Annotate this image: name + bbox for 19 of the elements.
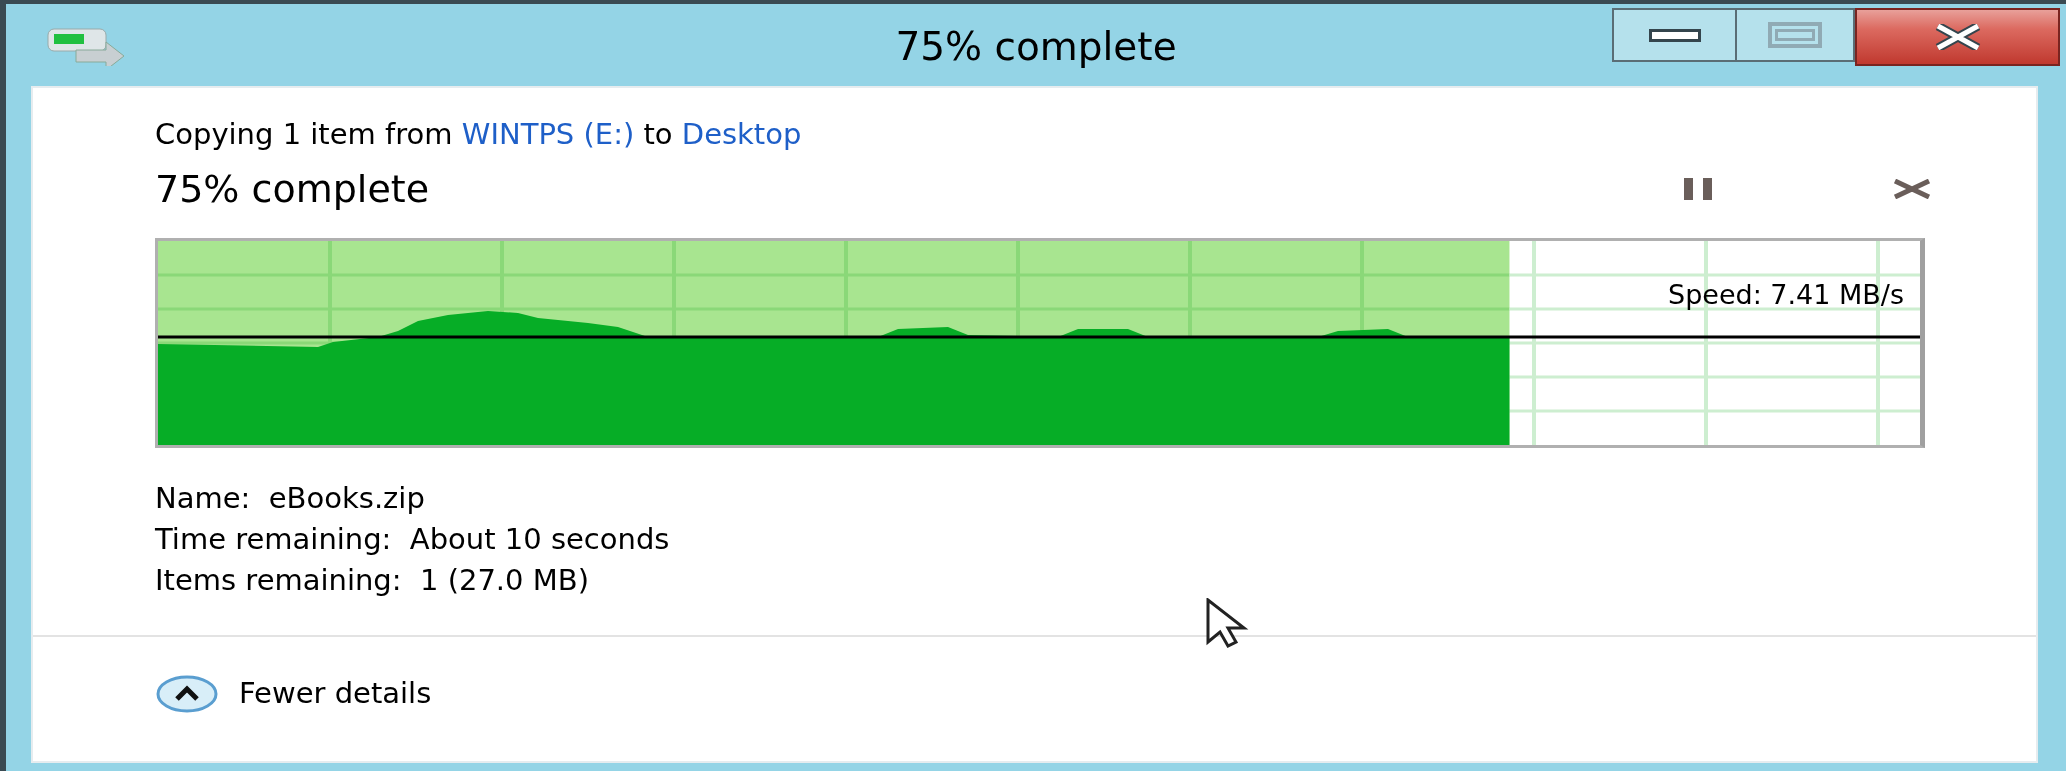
close-icon: [1933, 24, 1982, 50]
detail-text: Time remaining: About 10 seconds: [155, 521, 670, 558]
location-link[interactable]: Desktop: [681, 117, 802, 151]
copy-text: to: [643, 117, 673, 151]
cancel-icon: [1892, 179, 1932, 199]
pause-icon: [1684, 178, 1712, 200]
detail-text: Name: eBooks.zip: [155, 480, 425, 517]
copy-text: Copying 1 item from: [155, 117, 453, 151]
detail-text: Items remaining: 1 (27.0 MB): [155, 562, 589, 599]
progress-status: 75% complete: [155, 165, 431, 213]
maximize-icon: [1768, 22, 1822, 48]
minimize-icon: [1648, 28, 1701, 42]
fewer-details-button[interactable]: Fewer details: [155, 672, 432, 716]
minimize-button[interactable]: [1612, 8, 1737, 62]
window-title: 75% complete: [895, 23, 1177, 71]
location-link[interactable]: WINTPS (E:): [461, 117, 635, 151]
maximize-button[interactable]: [1737, 8, 1855, 62]
speed-label: Speed: 7.41 MB/s: [1668, 279, 1904, 311]
close-button[interactable]: [1855, 8, 2060, 66]
